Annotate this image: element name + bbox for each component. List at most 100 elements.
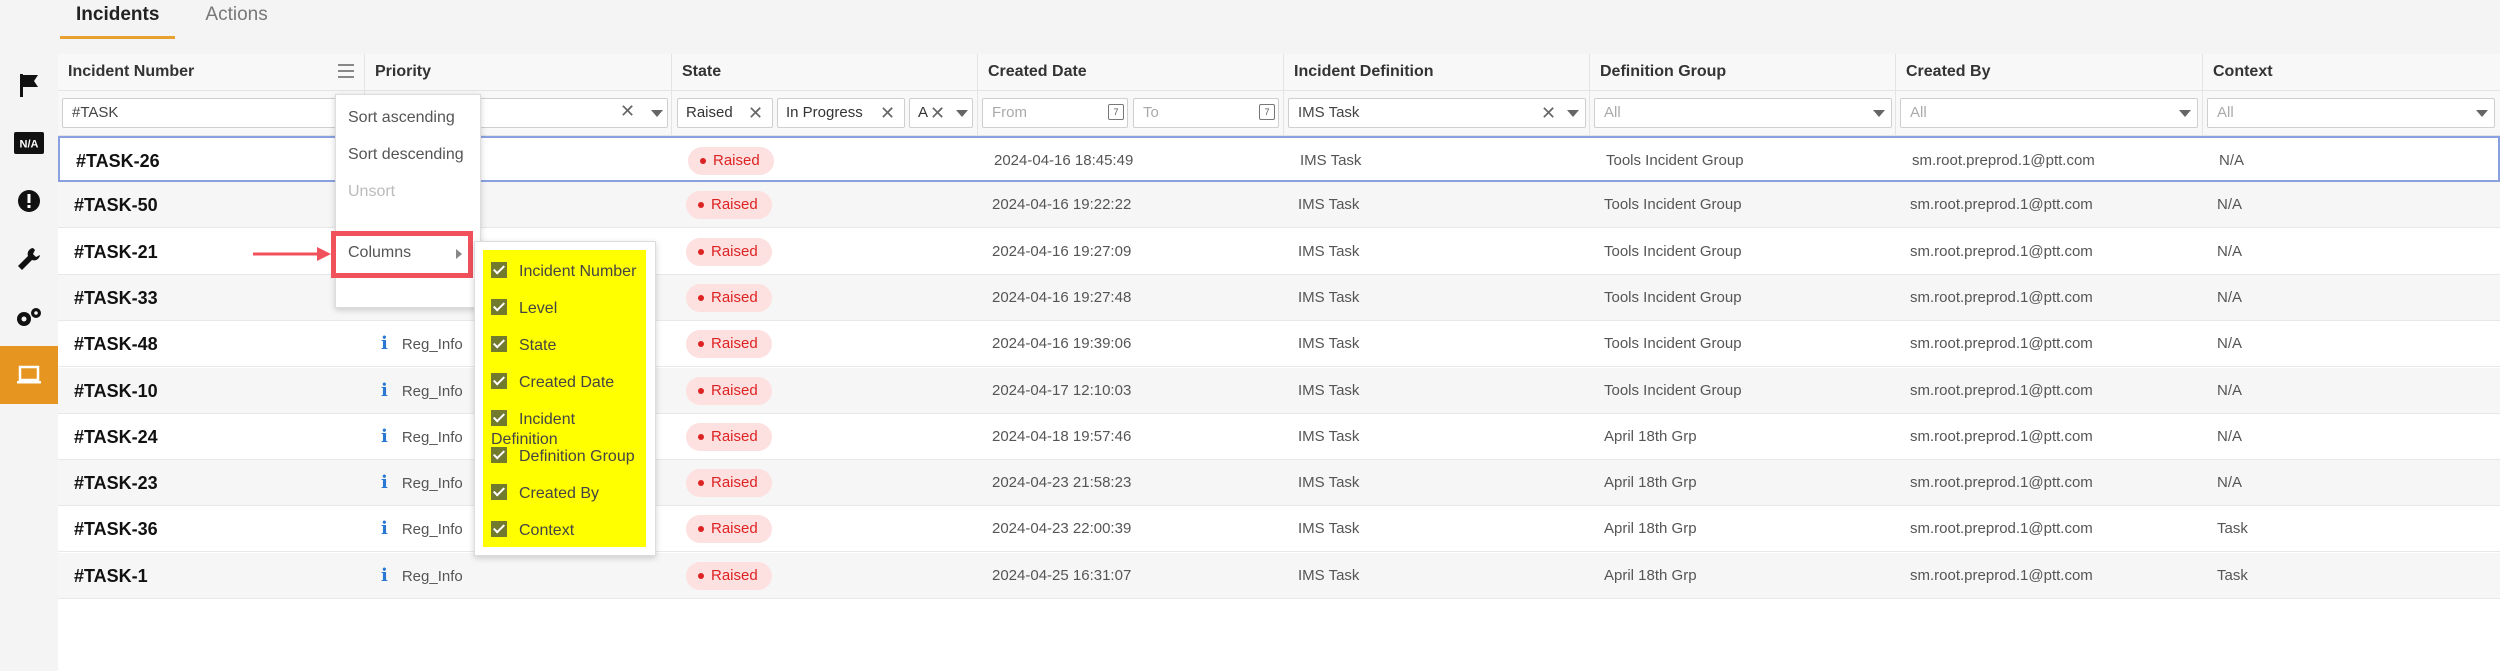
na-icon: N/A	[14, 132, 44, 154]
col-header-incident-definition[interactable]: Incident Definition	[1284, 54, 1590, 90]
context-filter[interactable]: All	[2207, 98, 2495, 128]
group-cell: Tools Incident Group	[1604, 288, 1742, 306]
chip-label: A	[918, 104, 929, 121]
tab-incidents[interactable]: Incidents	[60, 0, 176, 39]
alert-icon	[18, 190, 40, 212]
clear-icon[interactable]: ✕	[620, 101, 635, 122]
priority-cell: i Reg_Info	[371, 553, 671, 599]
context-cell: N/A	[2217, 474, 2243, 492]
column-toggle-label: Created Date	[519, 374, 615, 391]
remove-chip-icon[interactable]: ✕	[748, 99, 763, 127]
columns-submenu: Incident Number Level State Created Date Inc…	[474, 241, 656, 556]
status-badge: Raised	[686, 422, 772, 451]
sort-ascending-item[interactable]: Sort ascending	[348, 109, 455, 127]
created-by-filter[interactable]: All	[1900, 98, 2198, 128]
info-icon: i	[381, 472, 388, 494]
sidebar-item-monitor[interactable]	[0, 346, 58, 404]
context-cell: Task	[2217, 566, 2248, 584]
tab-actions[interactable]: Actions	[189, 0, 283, 36]
incident-number-cell: #TASK-36	[74, 519, 158, 540]
column-toggle-item[interactable]: Context	[491, 520, 574, 545]
checkbox-checked-icon[interactable]	[491, 520, 507, 537]
na-icon-text: N/A	[20, 139, 39, 151]
state-chip-raised[interactable]: Raised ✕	[677, 98, 773, 128]
sort-descending-item[interactable]: Sort descending	[348, 146, 464, 164]
chevron-down-icon[interactable]	[651, 110, 663, 117]
col-header-created-date[interactable]: Created Date	[978, 54, 1284, 90]
status-badge: Raised	[686, 283, 772, 312]
col-header-incident-number[interactable]: Incident Number	[58, 54, 365, 90]
chevron-down-icon[interactable]	[2179, 110, 2191, 117]
checkbox-checked-icon[interactable]	[491, 446, 507, 463]
checkbox-checked-icon[interactable]	[491, 261, 507, 278]
group-cell: Tools Incident Group	[1604, 196, 1742, 214]
clear-icon[interactable]: ✕	[1541, 99, 1556, 127]
sidebar-item-alerts[interactable]	[0, 172, 58, 230]
date-from-input[interactable]: From	[982, 98, 1128, 128]
col-header-created-by[interactable]: Created By	[1896, 54, 2203, 90]
remove-chip-icon[interactable]: ✕	[880, 99, 895, 127]
sidebar-item-settings[interactable]	[0, 288, 58, 346]
sidebar-item-flag[interactable]	[0, 56, 58, 114]
date-to-input[interactable]: To	[1133, 98, 1279, 128]
table-row[interactable]: #TASK-10 i Reg_Info Raised 2024-04-17 12:10:…	[58, 367, 2500, 414]
state-chip-in-progress[interactable]: In Progress ✕	[777, 98, 905, 128]
table-row[interactable]: #TASK-23 i Reg_Info Raised 2024-04-23 21:58:…	[58, 460, 2500, 507]
column-toggle-item[interactable]: Level	[491, 298, 557, 323]
table-row[interactable]: #TASK-1 i Reg_Info Raised 2024-04-25 16:31:0…	[58, 552, 2500, 599]
calendar-icon[interactable]: 7	[1259, 104, 1275, 120]
table-row[interactable]: #TASK-36 i Reg_Info Raised 2024-04-23 22:00:…	[58, 506, 2500, 553]
column-toggle-label: State	[519, 337, 557, 354]
group-filter[interactable]: All	[1594, 98, 1892, 128]
created-by-cell: sm.root.preprod.1@ptt.com	[1910, 566, 2093, 584]
clear-icon[interactable]: ✕	[930, 99, 945, 127]
chevron-down-icon[interactable]	[2476, 110, 2488, 117]
column-toggle-item[interactable]: Definition Group	[491, 446, 635, 471]
chevron-down-icon[interactable]	[1873, 110, 1885, 117]
checkbox-checked-icon[interactable]	[491, 335, 507, 352]
created-date-cell: 2024-04-23 21:58:23	[992, 474, 1132, 492]
status-badge: Raised	[686, 237, 772, 266]
chevron-down-icon[interactable]	[1567, 110, 1579, 117]
status-dot-icon	[698, 526, 704, 533]
col-header-definition-group[interactable]: Definition Group	[1590, 54, 1896, 90]
calendar-icon[interactable]: 7	[1108, 104, 1124, 120]
status-label: Raised	[711, 520, 758, 538]
columns-menu-item[interactable]: Columns	[331, 231, 473, 278]
column-toggle-item[interactable]: Created Date	[491, 372, 615, 397]
col-header-context[interactable]: Context	[2203, 54, 2500, 90]
sidebar-item-tools[interactable]	[0, 230, 58, 288]
columns-checklist: Incident Number Level State Created Date Inc…	[483, 250, 646, 547]
column-menu-icon[interactable]	[338, 64, 354, 82]
created-by-cell: sm.root.preprod.1@ptt.com	[1910, 520, 2093, 538]
column-toggle-item[interactable]: State	[491, 335, 557, 360]
context-cell: N/A	[2217, 288, 2243, 306]
checkbox-checked-icon[interactable]	[491, 483, 507, 500]
column-toggle-item[interactable]: Incident Definition	[491, 409, 646, 448]
col-header-state[interactable]: State	[672, 54, 978, 90]
filter-cell-context: All	[2203, 91, 2500, 135]
incident-number-filter[interactable]: #TASK	[62, 98, 361, 128]
created-by-cell: sm.root.preprod.1@ptt.com	[1910, 427, 2093, 445]
table-row[interactable]: #TASK-24 i Reg_Info Raised 2024-04-18 19:57:…	[58, 414, 2500, 460]
checkbox-checked-icon[interactable]	[491, 372, 507, 389]
checkbox-checked-icon[interactable]	[491, 409, 507, 426]
column-toggle-item[interactable]: Incident Number	[491, 261, 636, 286]
chevron-down-icon[interactable]	[956, 110, 968, 117]
status-label: Raised	[711, 196, 758, 214]
filter-cell-incident-number: #TASK	[58, 91, 365, 135]
created-date-cell: 2024-04-23 22:00:39	[992, 520, 1132, 538]
incident-number-cell: #TASK-1	[74, 565, 148, 586]
col-header-priority[interactable]: Priority	[365, 54, 672, 90]
status-badge: Raised	[686, 469, 772, 498]
sidebar-item-na[interactable]: N/A	[0, 114, 58, 172]
incident-number-cell: #TASK-50	[74, 195, 158, 216]
checkbox-checked-icon[interactable]	[491, 298, 507, 315]
table-row[interactable]: #TASK-48 i Reg_Info Raised 2024-04-16 19:39:…	[58, 321, 2500, 368]
state-chip-truncated[interactable]: A ✕	[909, 98, 973, 128]
column-toggle-item[interactable]: Created By	[491, 483, 599, 508]
definition-filter[interactable]: IMS Task ✕	[1288, 98, 1586, 128]
priority-label: Reg_Info	[401, 521, 463, 539]
group-cell: April 18th Grp	[1604, 566, 1697, 584]
info-icon: i	[381, 425, 388, 447]
